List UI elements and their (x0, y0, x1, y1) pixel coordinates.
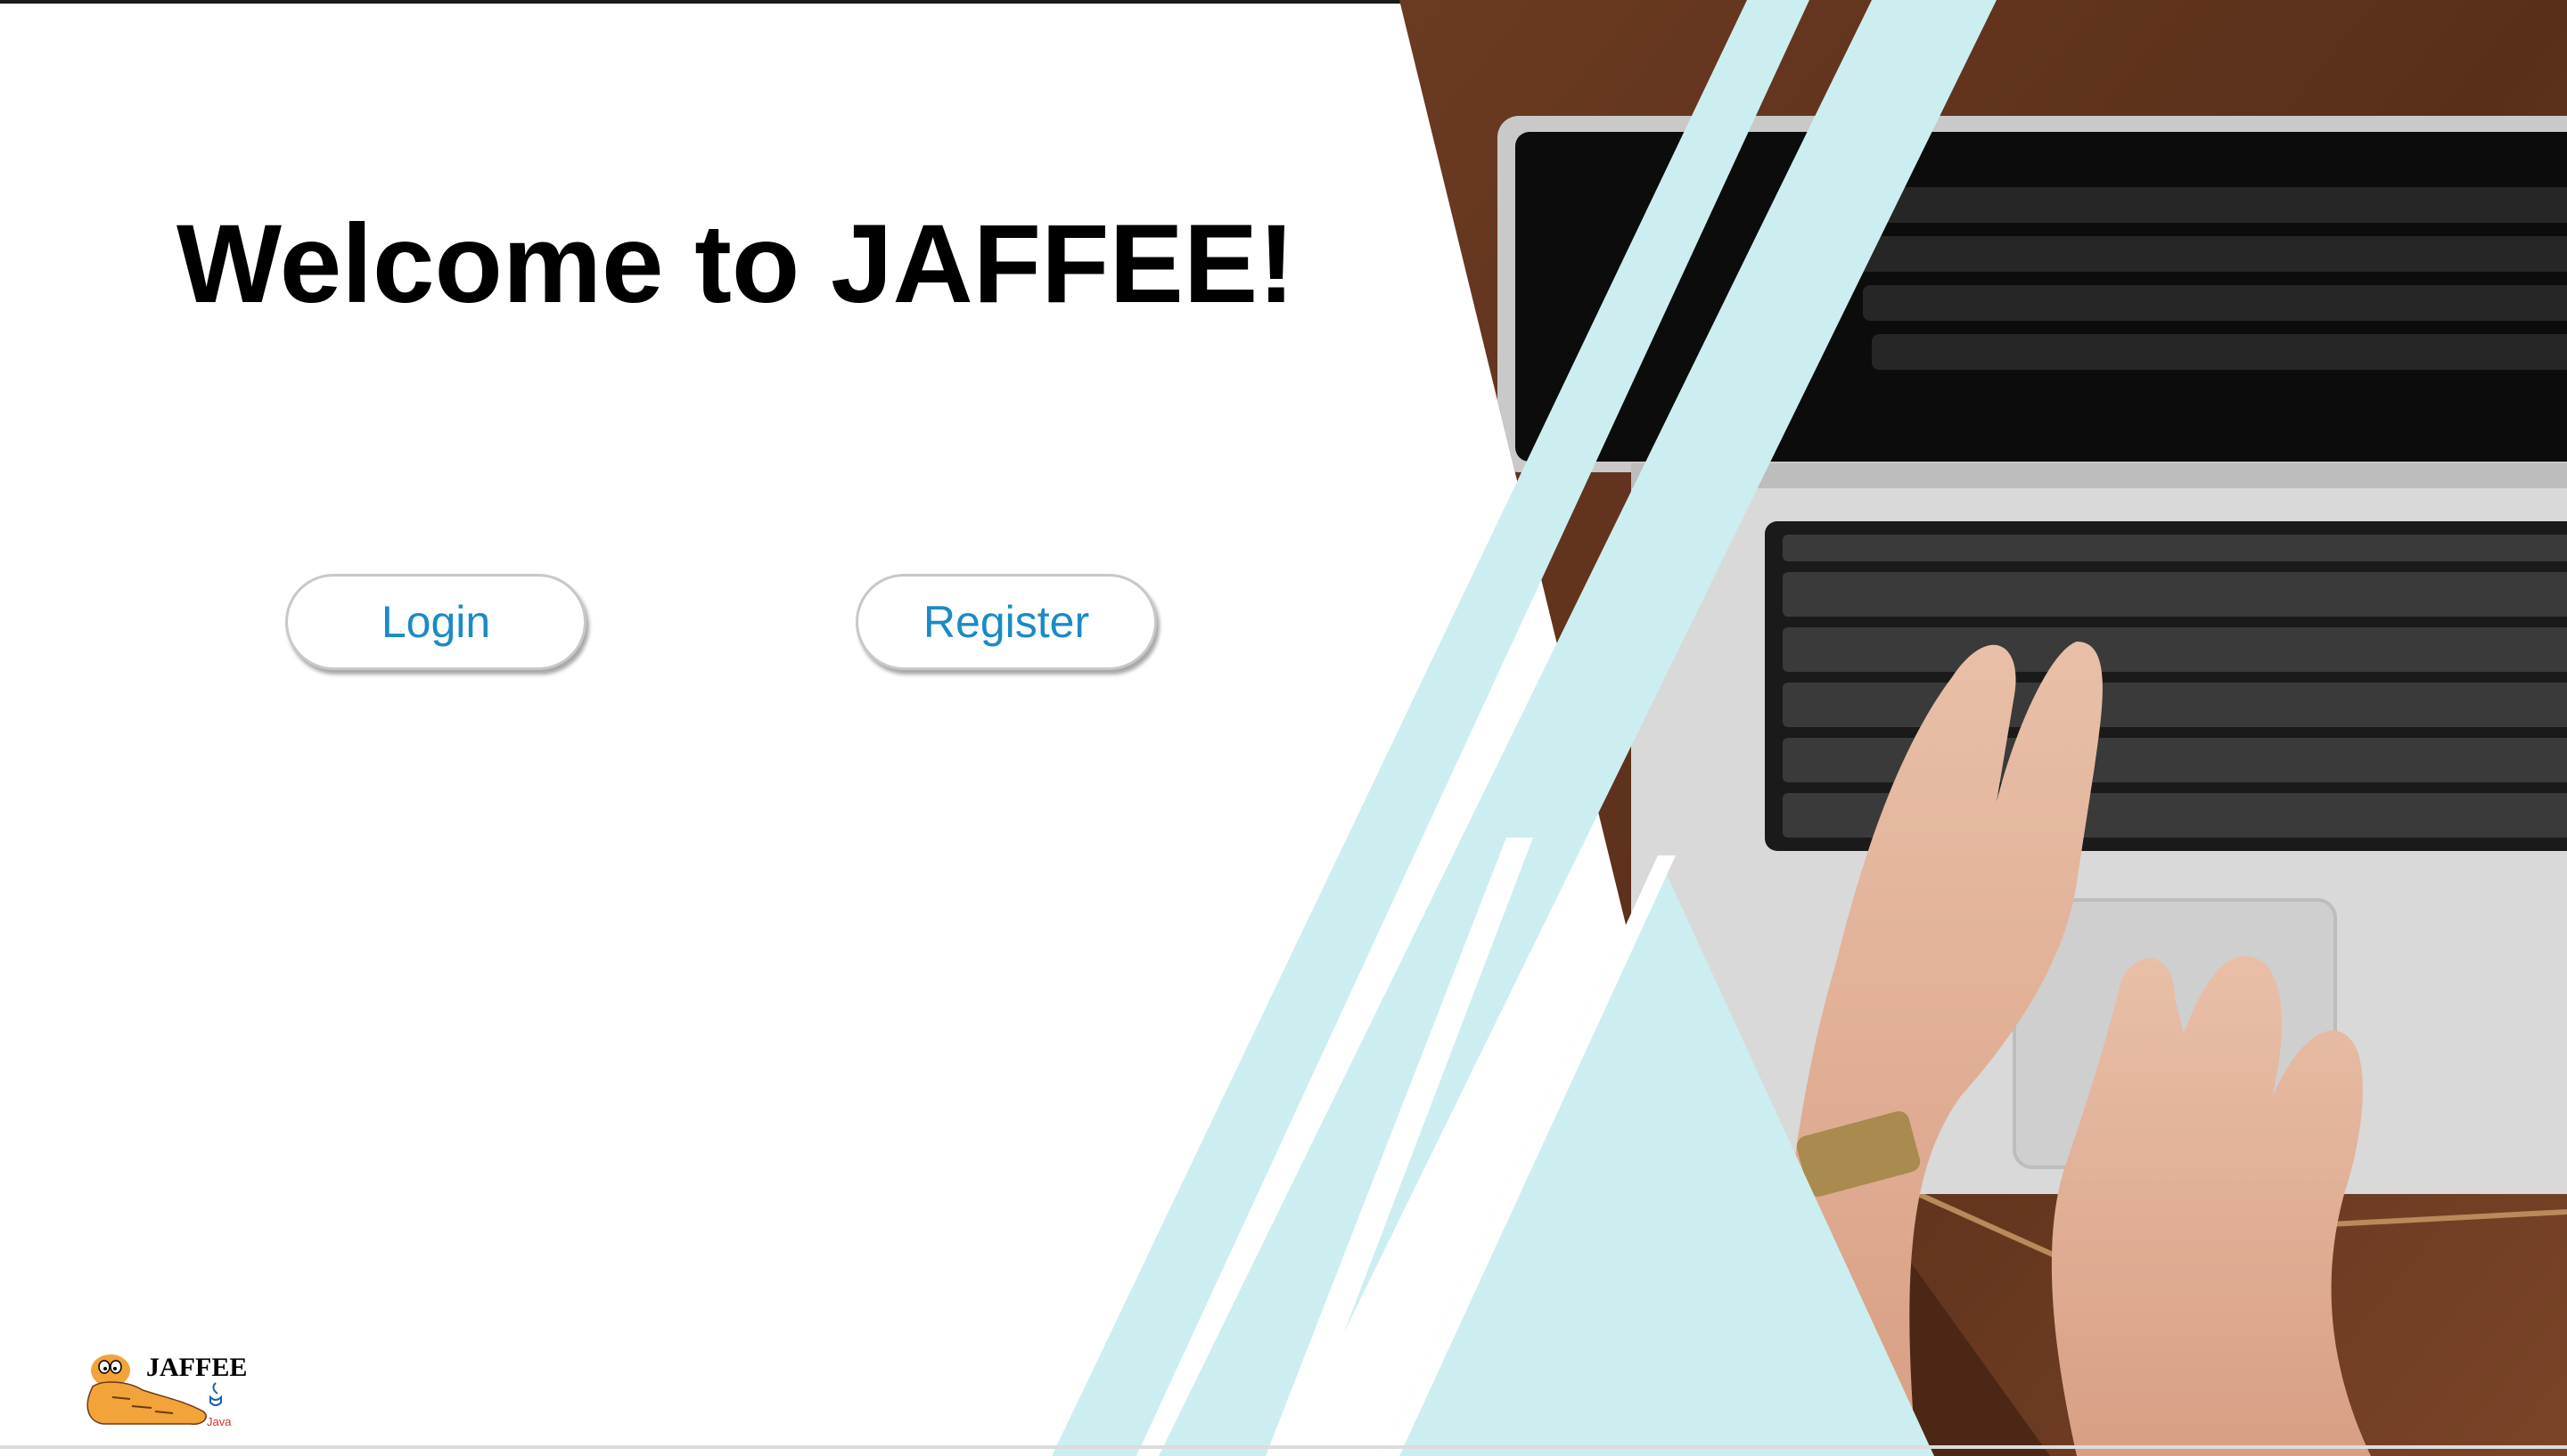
java-cup-icon (209, 1382, 222, 1406)
logo-text: JAFFEE (146, 1353, 247, 1382)
register-button[interactable]: Register (856, 574, 1157, 670)
bottom-border (0, 1445, 2567, 1449)
page-title: Welcome to JAFFEE! (176, 202, 1295, 326)
login-button[interactable]: Login (285, 574, 586, 670)
logo-subtext: Java (207, 1415, 232, 1428)
garfield-logo: JAFFEE Java (86, 1353, 247, 1428)
